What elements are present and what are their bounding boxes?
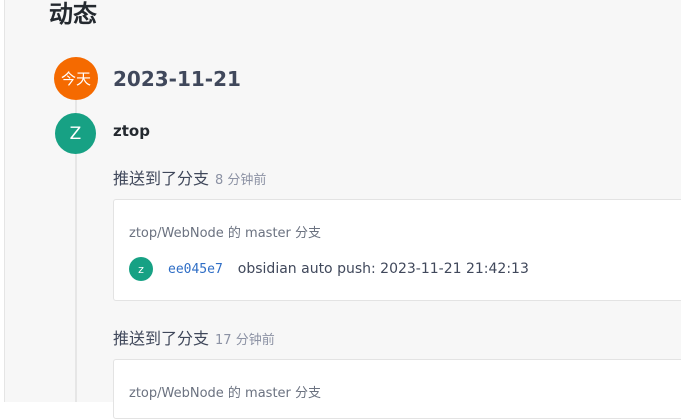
- today-badge: 今天: [54, 57, 98, 100]
- event-title: 推送到了分支 8 分钟前: [113, 165, 266, 189]
- user-avatar[interactable]: Z: [55, 113, 96, 154]
- push-card: ztop/WebNode 的 master 分支: [113, 359, 681, 419]
- commit-author-avatar[interactable]: z: [129, 257, 153, 281]
- branch-link[interactable]: ztop/WebNode 的 master 分支: [129, 222, 321, 241]
- page-title: 动态: [49, 0, 97, 28]
- event-time: 8 分钟前: [215, 173, 267, 188]
- activity-panel: 动态 今天 2023-11-21 Z ztop 推送到了分支 8 分钟前 ztop…: [4, 0, 681, 419]
- push-card: ztop/WebNode 的 master 分支 z ee045e7 obsid…: [113, 199, 681, 301]
- event-title: 推送到了分支 17 分钟前: [113, 325, 275, 349]
- branch-link[interactable]: ztop/WebNode 的 master 分支: [129, 382, 321, 401]
- event-title-text: 推送到了分支: [113, 169, 210, 188]
- date-heading: 2023-11-21: [113, 67, 241, 91]
- username-link[interactable]: ztop: [113, 122, 150, 140]
- commit-hash-link[interactable]: ee045e7: [168, 262, 223, 277]
- commit-row: z ee045e7 obsidian auto push: 2023-11-21…: [129, 257, 529, 281]
- event-title-text: 推送到了分支: [113, 329, 210, 348]
- event-time: 17 分钟前: [215, 333, 275, 348]
- commit-message: obsidian auto push: 2023-11-21 21:42:13: [237, 261, 529, 277]
